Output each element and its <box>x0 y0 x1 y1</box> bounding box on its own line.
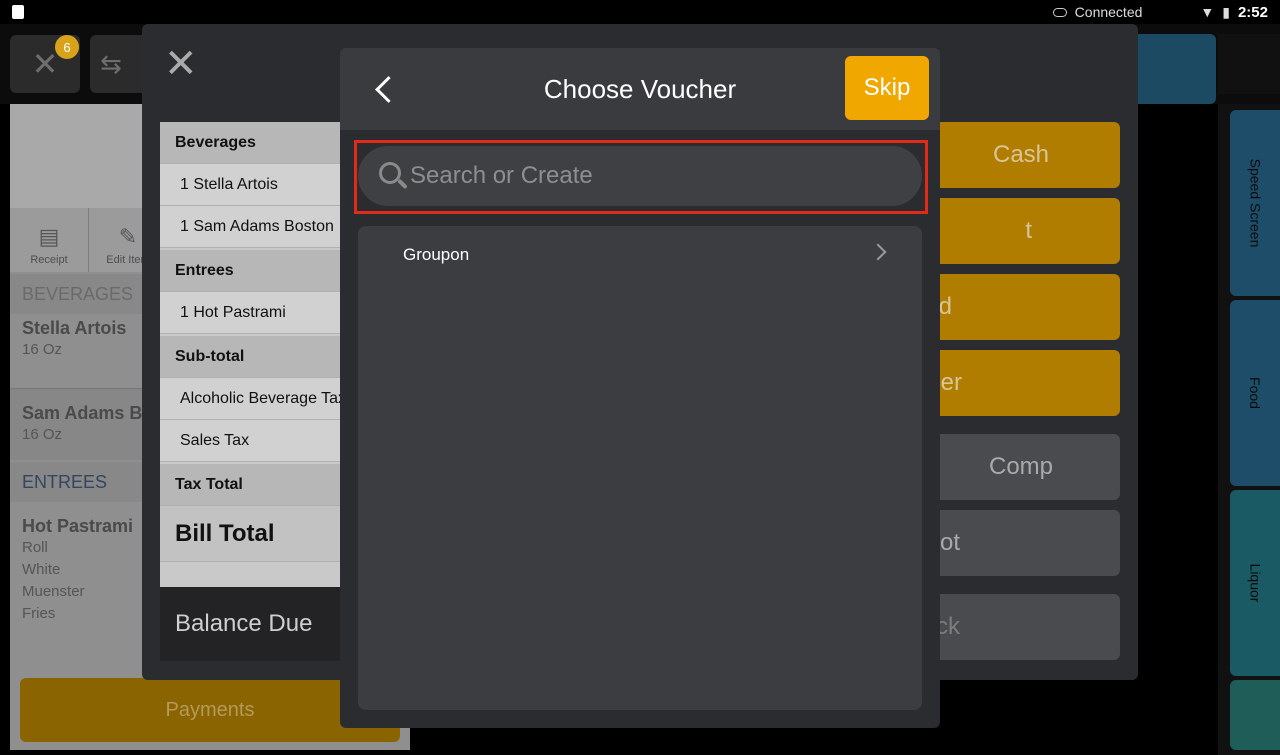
skip-button[interactable]: Skip <box>845 56 929 120</box>
tab-food[interactable]: Food <box>1230 300 1280 486</box>
close-icon: ✕ <box>31 46 59 82</box>
wifi-icon: ▼ <box>1200 4 1215 20</box>
receipt-section: Tax Total <box>160 464 360 506</box>
clock: 2:52 <box>1237 3 1268 21</box>
receipt-section: Entrees <box>160 250 360 292</box>
receipt-tool[interactable]: ▤ Receipt <box>10 208 89 272</box>
voucher-list: Groupon <box>358 226 922 710</box>
receipt-section: Sub-total <box>160 336 360 378</box>
receipt-line: Sales Tax <box>160 420 360 462</box>
tab-speed-screen[interactable]: Speed Screen <box>1230 110 1280 296</box>
balance-due: Balance Due <box>160 587 360 661</box>
receipt-summary: Beverages 1 Stella Artois 1 Sam Adams Bo… <box>160 122 360 588</box>
search-icon <box>378 160 408 192</box>
check-button[interactable]: ck <box>922 594 1120 660</box>
receipt-line: 1 Hot Pastrami <box>160 292 360 334</box>
order-count-badge: 6 <box>55 35 79 59</box>
receipt-line: 1 Stella Artois <box>160 164 360 206</box>
credit-button[interactable]: t <box>922 198 1120 264</box>
edit-icon: ✎ <box>118 224 138 249</box>
receipt-icon: ▤ <box>38 224 60 249</box>
transfer-icon: ⇆ <box>100 48 122 79</box>
tab-liquor[interactable]: Liquor <box>1230 490 1280 676</box>
receipt-line: Alcoholic Beverage Tax <box>160 378 360 420</box>
card-button-label: d <box>938 293 952 320</box>
close-icon[interactable]: ✕ <box>164 44 198 84</box>
cash-button[interactable]: Cash <box>922 122 1120 188</box>
connection-status: Connected <box>1074 4 1143 20</box>
voucher-item-label: Groupon <box>403 245 470 264</box>
tab-label: Liquor <box>1246 563 1263 603</box>
comp-button[interactable]: Comp <box>922 434 1120 500</box>
top-right-dark-area <box>1218 34 1280 94</box>
chevron-right-icon <box>869 243 887 261</box>
receipt-line: 1 Sam Adams Boston <box>160 206 360 248</box>
category-tabs: Speed Screen Food Liquor <box>1218 104 1280 755</box>
bill-total: Bill Total <box>160 506 360 562</box>
search-input[interactable] <box>410 146 922 206</box>
cash-button-label: Cash <box>992 141 1050 168</box>
split-button-label: ot <box>939 529 960 556</box>
status-bar-right: Connected ▼ ▮ 2:52 <box>1052 2 1268 22</box>
battery-icon: ▮ <box>1222 3 1230 20</box>
card-button[interactable]: d <box>922 274 1120 340</box>
voucher-button-label: er <box>940 369 962 396</box>
cloud-icon <box>1052 7 1067 17</box>
search-bar[interactable] <box>358 146 922 206</box>
voucher-button[interactable]: er <box>922 350 1120 416</box>
tab-label: Food <box>1246 377 1263 409</box>
tab-more[interactable] <box>1230 680 1280 750</box>
tab-label: Speed Screen <box>1247 158 1264 248</box>
voucher-item-groupon[interactable]: Groupon <box>358 226 922 284</box>
credit-button-label: t <box>1025 217 1032 244</box>
sd-card-icon <box>12 5 24 19</box>
choose-voucher-dialog: Choose Voucher Skip Groupon <box>340 48 940 728</box>
back-button[interactable] <box>370 70 398 108</box>
top-right-blue-button[interactable] <box>1130 34 1216 104</box>
receipt-section: Beverages <box>160 122 360 164</box>
transfer-button[interactable]: ⇆ <box>90 35 150 93</box>
split-button[interactable]: ot <box>922 510 1120 576</box>
comp-button-label: Comp <box>988 453 1054 480</box>
status-bar: Connected ▼ ▮ 2:52 <box>0 0 1280 24</box>
receipt-tool-label: Receipt <box>30 254 68 266</box>
